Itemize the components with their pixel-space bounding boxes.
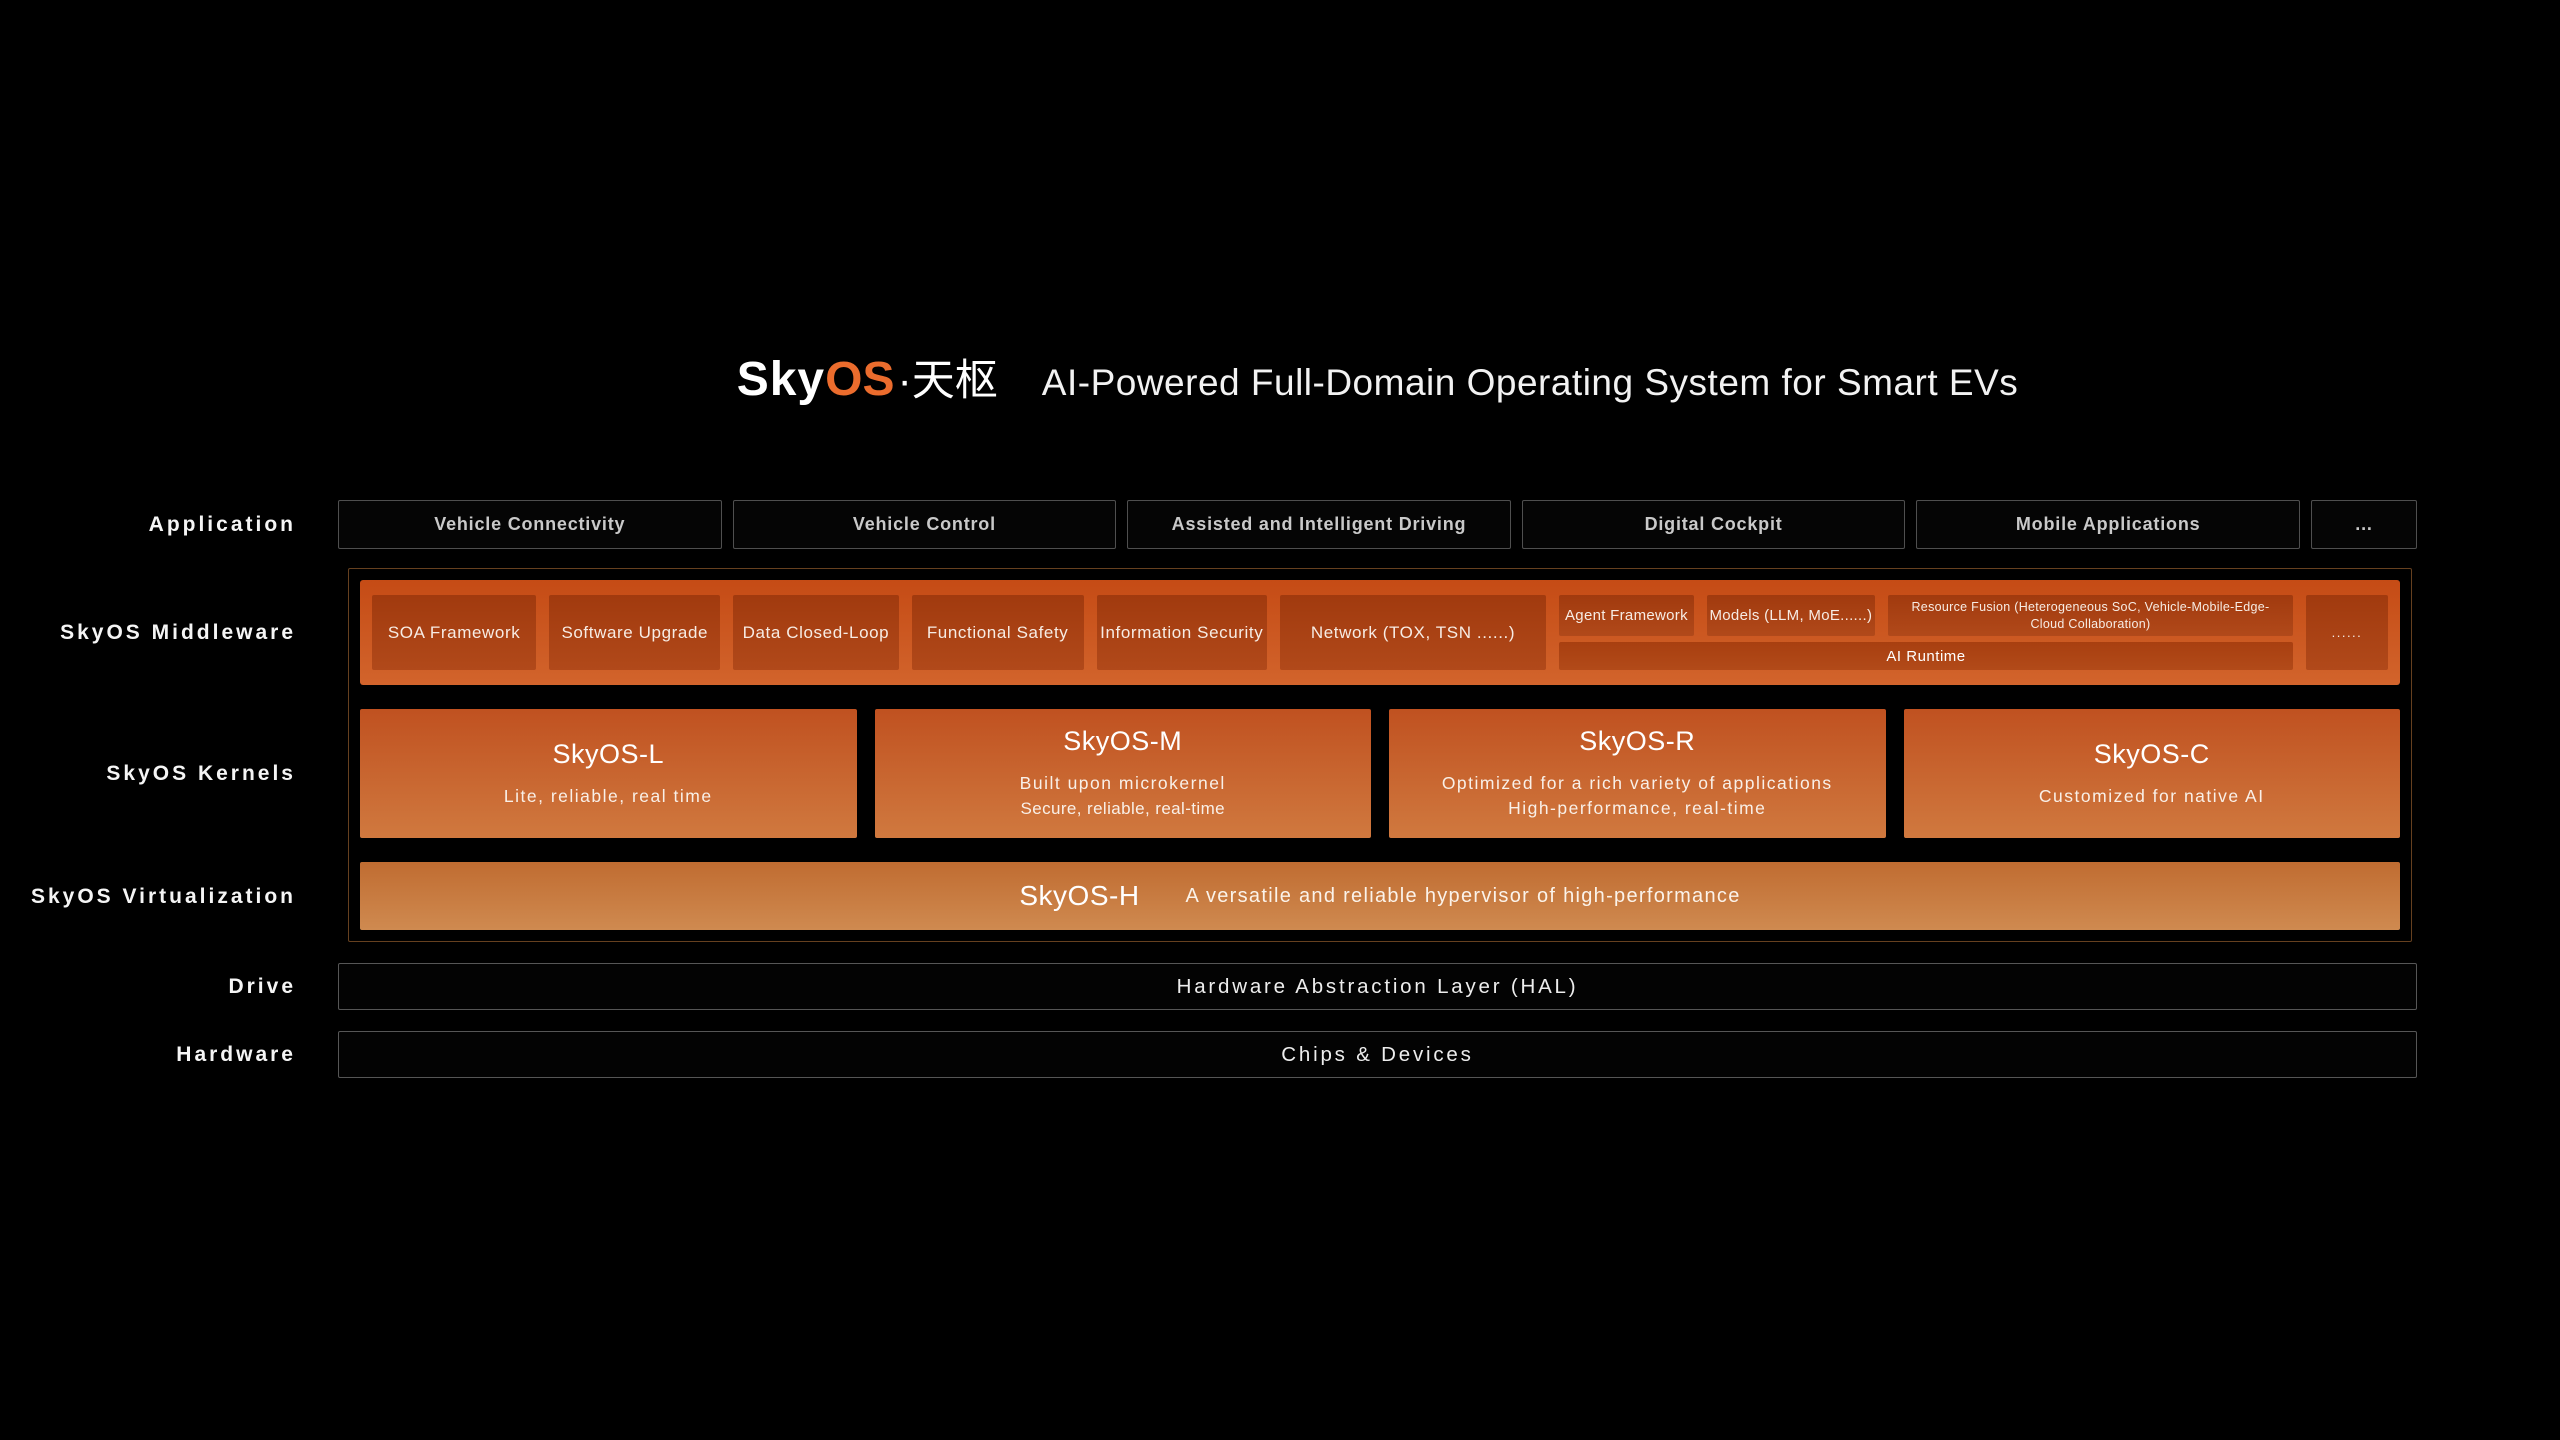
- kernel-name: SkyOS-M: [1063, 726, 1183, 757]
- kernel-name: SkyOS-L: [552, 738, 665, 769]
- layer-label-hardware: Hardware: [176, 1042, 296, 1066]
- app-box-vehicle-control: Vehicle Control: [732, 500, 1117, 549]
- application-layer: Vehicle Connectivity Vehicle Control Ass…: [338, 500, 2417, 549]
- kernel-desc: Lite, reliable, real time: [503, 785, 713, 806]
- app-box-vehicle-connectivity: Vehicle Connectivity: [338, 500, 722, 549]
- app-box-digital-cockpit: Digital Cockpit: [1521, 500, 1906, 549]
- middleware-ai-group: Agent Framework Models (LLM, MoE......) …: [1559, 595, 2293, 671]
- kernels-layer: SkyOS-L Lite, reliable, real time SkyOS-…: [360, 709, 2400, 839]
- middleware-ai-top-row: Agent Framework Models (LLM, MoE......) …: [1559, 595, 2293, 637]
- title-bar: Sky OS ·天枢 AI-Powered Full-Domain Operat…: [338, 346, 2417, 408]
- kernel-skyos-l: SkyOS-L Lite, reliable, real time: [360, 709, 857, 839]
- kernel-desc: Customized for native AI: [2038, 785, 2265, 806]
- logo-chinese-text: ·天枢: [897, 357, 998, 405]
- kernel-skyos-r: SkyOS-R Optimized for a rich variety of …: [1389, 709, 1886, 839]
- kernel-name: SkyOS-C: [2093, 738, 2210, 769]
- middleware-layer: SOA Framework Software Upgrade Data Clos…: [360, 580, 2400, 686]
- page-title: AI-Powered Full-Domain Operating System …: [1041, 362, 2019, 403]
- virtualization-layer: SkyOS-H A versatile and reliable hypervi…: [360, 862, 2400, 930]
- skyos-architecture-diagram: Sky OS ·天枢 AI-Powered Full-Domain Operat…: [0, 0, 2560, 1440]
- mw-box-software-upgrade: Software Upgrade: [549, 595, 721, 671]
- mw-box-agent-framework: Agent Framework: [1559, 595, 1694, 637]
- kernel-skyos-m: SkyOS-M Built upon microkernel Secure, r…: [874, 709, 1371, 839]
- kernel-desc: Built upon microkernel: [1019, 773, 1226, 794]
- mw-box-resource-fusion: Resource Fusion (Heterogeneous SoC, Vehi…: [1888, 595, 2293, 637]
- kernel-desc-line2: Secure, reliable, real-time: [1020, 798, 1225, 818]
- mw-box-information-security: Information Security: [1096, 595, 1267, 671]
- layer-label-virtualization: SkyOS Virtualization: [30, 885, 296, 908]
- mw-box-more: ......: [2305, 595, 2388, 671]
- kernel-name: SkyOS-R: [1579, 726, 1696, 757]
- mw-box-network: Network (TOX, TSN ......): [1279, 595, 1547, 671]
- mw-box-ai-runtime: AI Runtime: [1559, 642, 2293, 671]
- kernel-skyos-c: SkyOS-C Customized for native AI: [1903, 709, 2400, 839]
- skyos-logo: Sky OS ·天枢: [737, 346, 998, 408]
- drive-layer-bar: Hardware Abstraction Layer (HAL): [338, 963, 2417, 1010]
- mw-box-models: Models (LLM, MoE......): [1706, 595, 1876, 637]
- mw-box-data-closed-loop: Data Closed-Loop: [733, 595, 899, 671]
- mw-box-soa-framework: SOA Framework: [372, 595, 537, 671]
- logo-os-text: OS: [825, 353, 895, 406]
- layer-label-application: Application: [148, 512, 296, 536]
- hypervisor-name: SkyOS-H: [1019, 880, 1140, 912]
- hypervisor-desc: A versatile and reliable hypervisor of h…: [1185, 884, 1741, 907]
- kernel-desc-line2: High-performance, real-time: [1508, 798, 1767, 819]
- app-box-assisted-intelligent-driving: Assisted and Intelligent Driving: [1127, 500, 1511, 549]
- layer-label-middleware: SkyOS Middleware: [60, 621, 296, 644]
- app-box-more: ...: [2310, 500, 2417, 549]
- app-box-mobile-applications: Mobile Applications: [1916, 500, 2300, 549]
- os-core-container: SOA Framework Software Upgrade Data Clos…: [348, 568, 2412, 942]
- layer-label-drive: Drive: [228, 974, 296, 998]
- hardware-layer-bar: Chips & Devices: [338, 1031, 2417, 1078]
- layer-label-kernels: SkyOS Kernels: [106, 762, 296, 785]
- logo-sky-text: Sky: [736, 353, 826, 406]
- mw-box-functional-safety: Functional Safety: [911, 595, 1084, 671]
- kernel-desc: Optimized for a rich variety of applicat…: [1441, 773, 1833, 794]
